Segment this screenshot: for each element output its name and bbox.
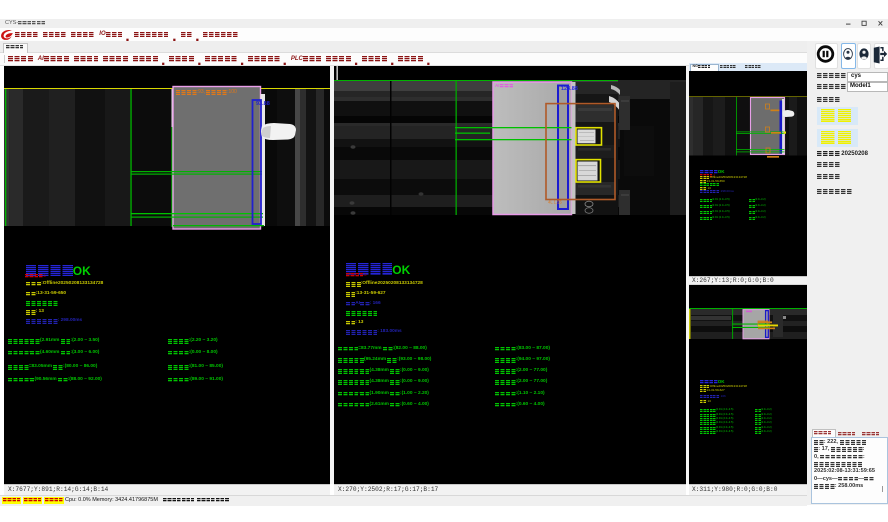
svg-text:4L 1.55: 4L 1.55 [548, 200, 562, 205]
